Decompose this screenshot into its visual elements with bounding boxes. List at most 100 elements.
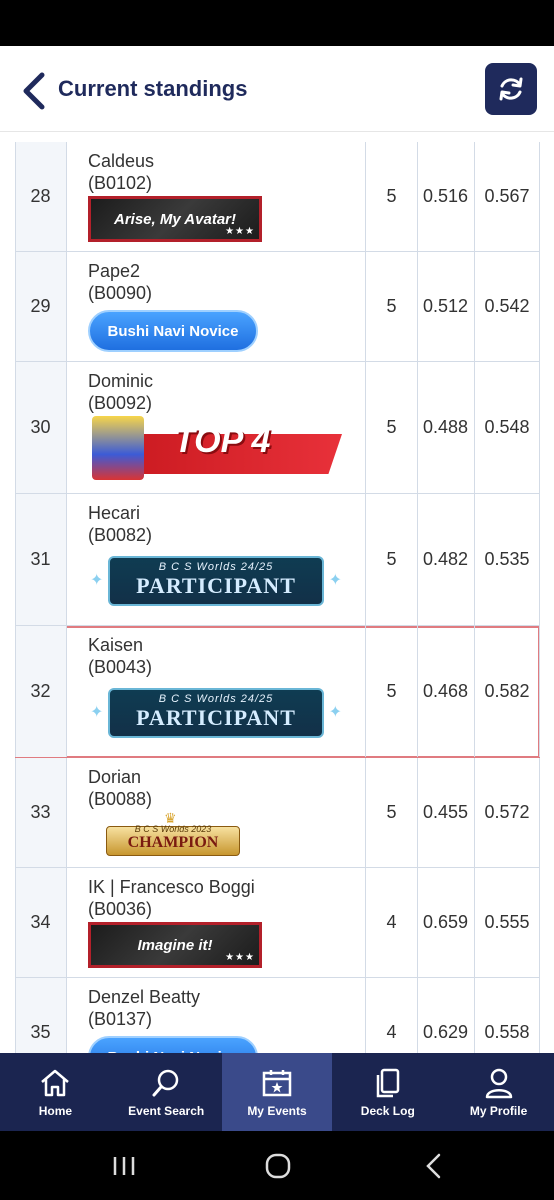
- column-divider: [539, 978, 540, 1053]
- column-divider: [417, 362, 418, 493]
- column-divider: [474, 142, 475, 251]
- table-row[interactable]: 28 Caldeus (B0102) Arise, My Avatar! ★★★ 5 0.5…: [15, 142, 540, 252]
- column-divider: [365, 978, 366, 1053]
- rank-cell: 29: [15, 252, 66, 361]
- column-divider: [66, 142, 67, 251]
- home-icon: [38, 1066, 72, 1100]
- table-row[interactable]: 30 Dominic (B0092) TOP 4 5 0.488 0.548: [15, 362, 540, 494]
- player-cell: Hecari (B0082) ✦ ✦ B C S Worlds 24/25 PARTICI…: [67, 494, 365, 625]
- column-divider: [474, 362, 475, 493]
- player-title-badge: ♛ B C S Worlds 2023 CHAMPION: [88, 810, 365, 858]
- column-divider: [417, 978, 418, 1053]
- column-divider: [66, 978, 67, 1053]
- player-name: Pape2: [88, 261, 141, 281]
- refresh-icon: [499, 77, 523, 101]
- column-divider: [66, 758, 67, 867]
- player-name: Hecari: [88, 503, 141, 523]
- nav-event-search[interactable]: Event Search: [111, 1053, 222, 1131]
- table-row[interactable]: 35 Denzel Beatty(B0137) Bushi Navi Novice 4…: [15, 978, 540, 1053]
- rank-cell: 31: [15, 494, 66, 625]
- points-cell: 5: [386, 802, 397, 822]
- points-cell: 5: [386, 417, 397, 437]
- page-title: Current standings: [58, 76, 248, 101]
- badge-text: Bushi Navi Novice: [88, 1036, 258, 1053]
- nav-my-events[interactable]: My Events: [221, 1053, 333, 1131]
- nav-label: My Events: [247, 1104, 307, 1118]
- character-portrait-icon: [92, 416, 144, 480]
- player-id: (B0137): [88, 1009, 153, 1029]
- player-title-badge: Arise, My Avatar! ★★★: [88, 196, 365, 242]
- column-divider: [474, 868, 475, 977]
- badge-subtext: B C S Worlds 2023: [134, 824, 212, 834]
- points-cell: 4: [386, 1022, 397, 1042]
- player-title-badge: TOP 4: [88, 416, 365, 482]
- player-name: Denzel Beatty: [88, 987, 201, 1007]
- player-title-badge: Bushi Navi Novice: [88, 310, 365, 352]
- column-divider: [15, 252, 16, 361]
- user-icon: [482, 1066, 516, 1100]
- column-divider: [417, 868, 418, 977]
- player-name: Dorian: [88, 767, 142, 787]
- rank-cell: 30: [15, 362, 66, 493]
- player-cell: IK | Francesco Boggi (B0036) Imagine it! ★★…: [67, 868, 365, 977]
- opponent-win-rate-cell: 0.516: [422, 186, 469, 206]
- refresh-button[interactable]: [485, 63, 537, 115]
- rank-cell: 34: [15, 868, 66, 977]
- nav-my-profile[interactable]: My Profile: [443, 1053, 554, 1131]
- game-win-rate-cell: 0.567: [484, 186, 530, 206]
- opponent-win-rate-cell: 0.455: [422, 802, 469, 822]
- app-header: Current standings: [0, 46, 554, 132]
- sparkle-icon: ✦: [328, 572, 342, 589]
- opponent-win-rate-cell: 0.629: [422, 1022, 469, 1042]
- nav-label: Deck Log: [360, 1104, 415, 1118]
- opponent-win-rate-cell: 0.488: [422, 417, 469, 437]
- nav-label: My Profile: [469, 1104, 528, 1118]
- nav-home[interactable]: Home: [0, 1053, 111, 1131]
- home-system-button[interactable]: [258, 1149, 298, 1183]
- player-cell: Dorian (B0088) ♛ B C S Worlds 2023 CHAMPION: [67, 758, 365, 867]
- stars-icon: ★★★: [225, 226, 255, 237]
- back-system-button[interactable]: [414, 1149, 454, 1183]
- points-cell: 5: [386, 549, 397, 569]
- player-name: IK | Francesco Boggi: [88, 877, 255, 897]
- table-row[interactable]: 33 Dorian (B0088) ♛ B C S Worlds 2023 CHAMPIO…: [15, 758, 540, 868]
- column-divider: [365, 868, 366, 977]
- column-divider: [539, 494, 540, 625]
- player-cell: Denzel Beatty(B0137) Bushi Navi Novice: [67, 978, 365, 1053]
- back-button[interactable]: [18, 72, 48, 110]
- calendar-star-icon: [260, 1066, 294, 1100]
- player-title-badge: Bushi Navi Novice: [88, 1036, 365, 1053]
- stars-icon: ★★★: [225, 952, 255, 963]
- player-id: (B0043): [88, 657, 153, 677]
- column-divider: [539, 868, 540, 977]
- game-win-rate-cell: 0.548: [484, 417, 530, 437]
- player-cell: Dominic (B0092) TOP 4: [67, 362, 365, 493]
- badge-text: CHAMPION: [127, 834, 219, 851]
- back-chevron-icon: [426, 1153, 441, 1179]
- column-divider: [539, 142, 540, 251]
- nav-deck-log[interactable]: Deck Log: [332, 1053, 443, 1131]
- sparkle-icon: ✦: [328, 704, 342, 721]
- table-row[interactable]: 34 IK | Francesco Boggi (B0036) Imagine it!…: [15, 868, 540, 978]
- opponent-win-rate-cell: 0.659: [422, 912, 469, 932]
- column-divider: [539, 626, 540, 757]
- recent-apps-button[interactable]: [104, 1149, 144, 1183]
- column-divider: [15, 142, 16, 251]
- player-title-badge: Imagine it! ★★★: [88, 922, 365, 968]
- column-divider: [474, 978, 475, 1053]
- status-bar: [0, 0, 554, 46]
- table-row[interactable]: 31 Hecari (B0082) ✦ ✦ B C S Worlds 24/25 PARTI…: [15, 494, 540, 626]
- nav-label: Home: [38, 1104, 73, 1118]
- table-row[interactable]: 32 Kaisen (B0043) ✦ ✦ B C S Worlds 24/25 PARTI…: [15, 626, 540, 758]
- badge-text: TOP 4: [174, 422, 271, 460]
- column-divider: [417, 142, 418, 251]
- column-divider: [66, 494, 67, 625]
- player-id: (B0088): [88, 789, 153, 809]
- cards-icon: [371, 1066, 405, 1100]
- table-row[interactable]: 29 Pape2 (B0090) Bushi Navi Novice 5 0.512 0.5…: [15, 252, 540, 362]
- home-circle-icon: [265, 1153, 291, 1179]
- game-win-rate-cell: 0.555: [484, 912, 530, 932]
- system-navigation-bar: [0, 1131, 554, 1200]
- game-win-rate-cell: 0.572: [484, 802, 530, 822]
- standings-table-container[interactable]: 28 Caldeus (B0102) Arise, My Avatar! ★★★ 5 0.5…: [0, 133, 554, 1053]
